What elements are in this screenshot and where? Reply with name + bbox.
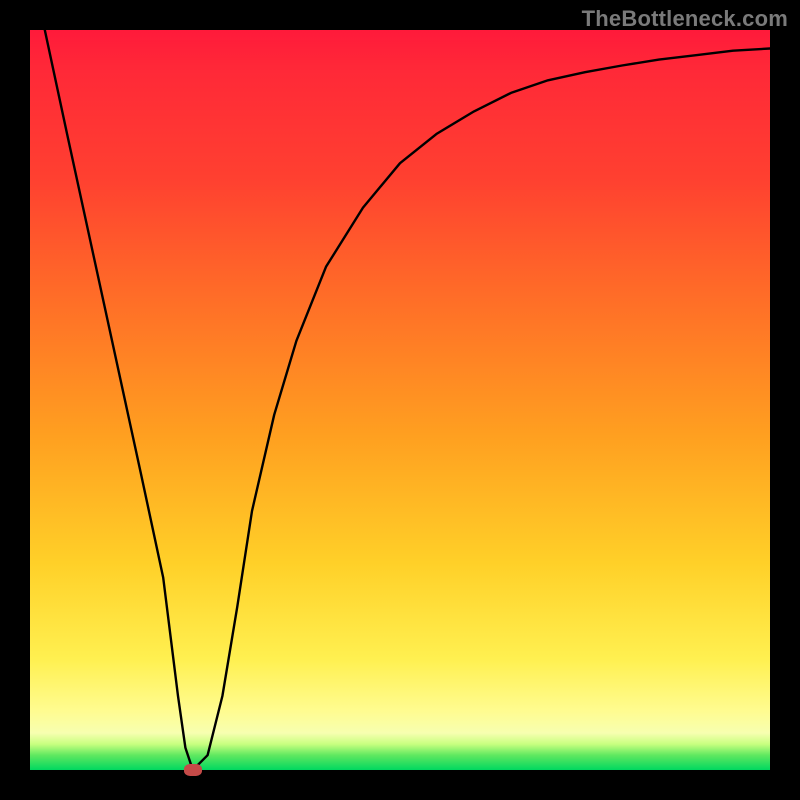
curve-svg xyxy=(30,30,770,770)
minimum-marker xyxy=(184,764,202,776)
watermark-text: TheBottleneck.com xyxy=(582,6,788,32)
chart-frame: TheBottleneck.com xyxy=(0,0,800,800)
plot-area xyxy=(30,30,770,770)
bottleneck-curve xyxy=(45,30,770,770)
